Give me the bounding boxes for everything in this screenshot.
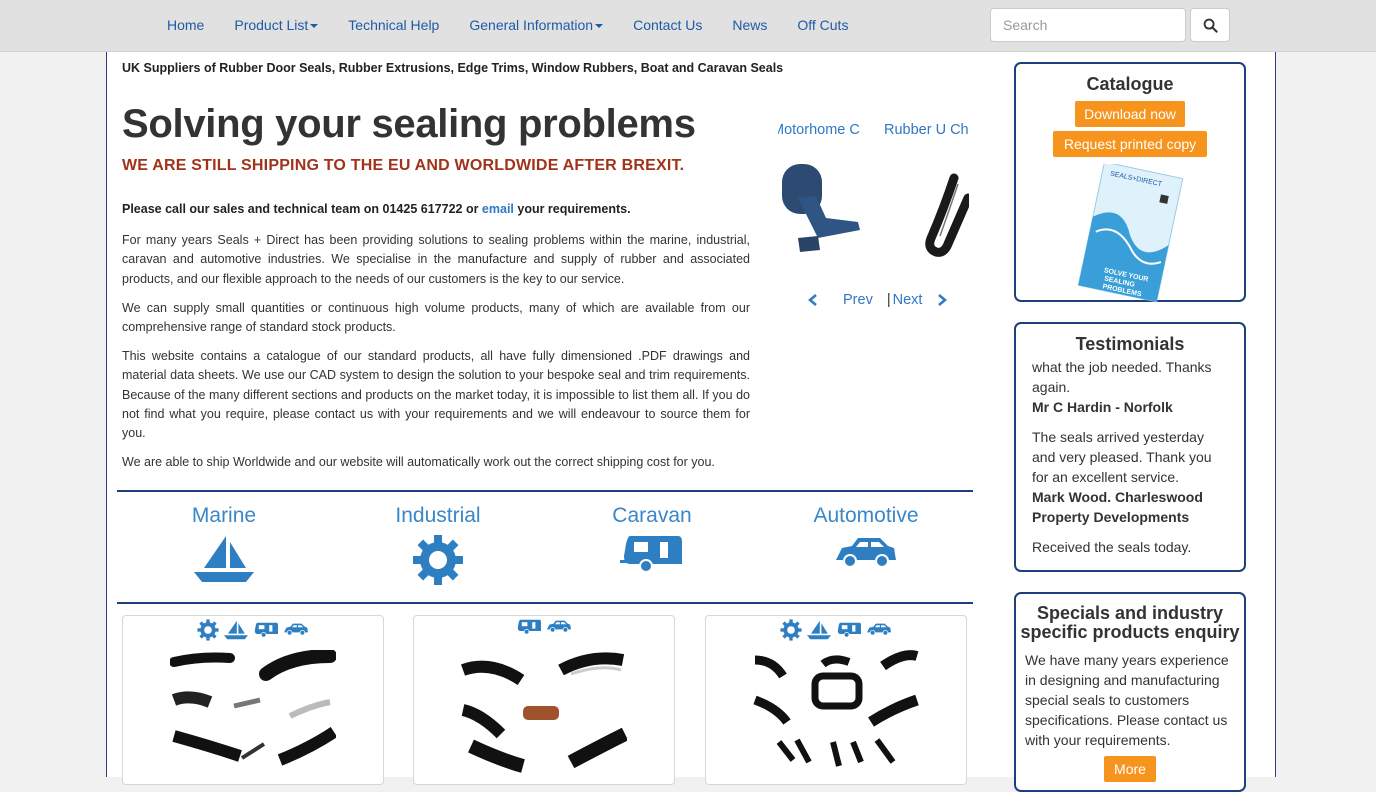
testimonial-text: The seals arrived yesterday and very ple…	[1032, 429, 1212, 485]
category-automotive[interactable]: Automotive	[766, 504, 966, 579]
sailboat-icon	[194, 536, 254, 582]
carousel-nav: Prev | Next	[807, 292, 948, 308]
category-caravan[interactable]: Caravan	[552, 504, 752, 579]
card-category-icons	[123, 619, 383, 641]
caravan-icon	[517, 619, 541, 635]
carousel-item-label[interactable]: Motorhome C	[778, 122, 860, 138]
nav-home[interactable]: Home	[152, 17, 219, 33]
category-row: Marine Industrial Caravan Automotive	[117, 504, 973, 600]
nav-links: Home Product List Technical Help General…	[152, 0, 863, 50]
catalogue-title: Catalogue	[1086, 74, 1174, 94]
intro-text: Please call our sales and technical team…	[122, 200, 750, 482]
sailboat-icon	[807, 620, 831, 640]
car-icon	[867, 623, 891, 636]
testimonial-author: Mr C Hardin - Norfolk	[1032, 399, 1173, 415]
intro-paragraph: We can supply small quantities or contin…	[122, 300, 750, 335]
product-card[interactable]	[705, 615, 967, 785]
intro-paragraph: We are able to ship Worldwide and our we…	[122, 455, 715, 470]
catalogue-cover-image[interactable]: SEALS+DIRECT SOLVE YOUR SEALING PROBLEMS	[1056, 164, 1196, 304]
caravan-icon	[620, 536, 682, 573]
carousel-prev[interactable]: Prev	[843, 292, 873, 308]
specials-more-button[interactable]: More	[1104, 756, 1156, 782]
gear-icon	[780, 619, 802, 641]
door-seal-product-image	[461, 652, 627, 773]
sailboat-icon	[224, 620, 248, 640]
download-catalogue-button[interactable]: Download now	[1075, 101, 1185, 127]
car-icon	[284, 623, 308, 636]
intro-paragraph: This website contains a catalogue of our…	[122, 349, 750, 441]
brexit-notice: WE ARE STILL SHIPPING TO THE EU AND WORL…	[122, 157, 685, 174]
chevron-right-icon[interactable]	[936, 293, 948, 307]
request-printed-copy-button[interactable]: Request printed copy	[1053, 131, 1207, 157]
divider	[117, 490, 973, 492]
caret-down-icon	[310, 24, 319, 29]
search-button[interactable]	[1190, 8, 1230, 42]
carousel-next[interactable]: Next	[893, 292, 923, 308]
search-icon	[1203, 18, 1218, 33]
page-title: Solving your sealing problems	[122, 102, 696, 146]
carousel-separator: |	[886, 292, 891, 308]
specials-title: Specials and industry specific products …	[1020, 603, 1240, 642]
category-marine[interactable]: Marine	[124, 504, 324, 589]
testimonial-author: Mark Wood. Charleswood Property Developm…	[1032, 489, 1203, 525]
car-icon	[836, 538, 896, 568]
nav-technical-help[interactable]: Technical Help	[333, 17, 454, 33]
page-container: UK Suppliers of Rubber Door Seals, Rubbe…	[106, 52, 1276, 792]
nav-news[interactable]: News	[717, 17, 782, 33]
nav-contact-us[interactable]: Contact Us	[618, 17, 717, 33]
product-card[interactable]	[413, 615, 675, 785]
testimonial-text: what the job needed. Thanks again.	[1032, 359, 1212, 395]
rubber-u-channel-image[interactable]	[914, 158, 969, 268]
specials-box: Specials and industry specific products …	[1014, 592, 1246, 792]
specials-text: We have many years experience in designi…	[1025, 652, 1229, 748]
phone-callout: Please call our sales and technical team…	[122, 202, 631, 216]
profile-seals-product-image	[753, 650, 919, 767]
testimonials-title: Testimonials	[1075, 334, 1185, 354]
testimonials-list: what the job needed. Thanks again. Mr C …	[1016, 357, 1244, 557]
carousel-item-label[interactable]: Rubber U Ch	[884, 122, 969, 138]
chevron-left-icon[interactable]	[807, 293, 819, 307]
motorhome-cap-image[interactable]	[778, 158, 868, 268]
catalogue-box: Catalogue Download now Request printed c…	[1014, 62, 1246, 304]
car-icon	[547, 620, 571, 633]
divider	[117, 602, 973, 604]
caret-down-icon	[595, 24, 604, 29]
search-input[interactable]	[990, 8, 1186, 42]
nav-product-list[interactable]: Product List	[219, 17, 333, 33]
gear-icon	[413, 535, 463, 585]
nav-general-information[interactable]: General Information	[454, 17, 618, 33]
caravan-icon	[254, 622, 278, 638]
testimonials-box: Testimonials what the job needed. Thanks…	[1014, 322, 1246, 572]
card-category-icons	[706, 619, 966, 641]
product-carousel: Motorhome C Rubber U Ch	[778, 120, 969, 320]
email-link[interactable]: email	[482, 202, 514, 216]
top-navbar: Home Product List Technical Help General…	[0, 0, 1376, 52]
card-category-icons	[414, 619, 674, 635]
caravan-icon	[837, 622, 861, 638]
nav-off-cuts[interactable]: Off Cuts	[782, 17, 863, 33]
testimonial-text: Received the seals today.	[1032, 539, 1192, 555]
intro-paragraph: For many years Seals + Direct has been p…	[122, 233, 750, 286]
gear-icon	[197, 619, 219, 641]
product-card[interactable]	[122, 615, 384, 785]
site-tagline: UK Suppliers of Rubber Door Seals, Rubbe…	[122, 61, 784, 75]
edge-trim-product-image	[170, 650, 336, 766]
category-industrial[interactable]: Industrial	[338, 504, 538, 591]
